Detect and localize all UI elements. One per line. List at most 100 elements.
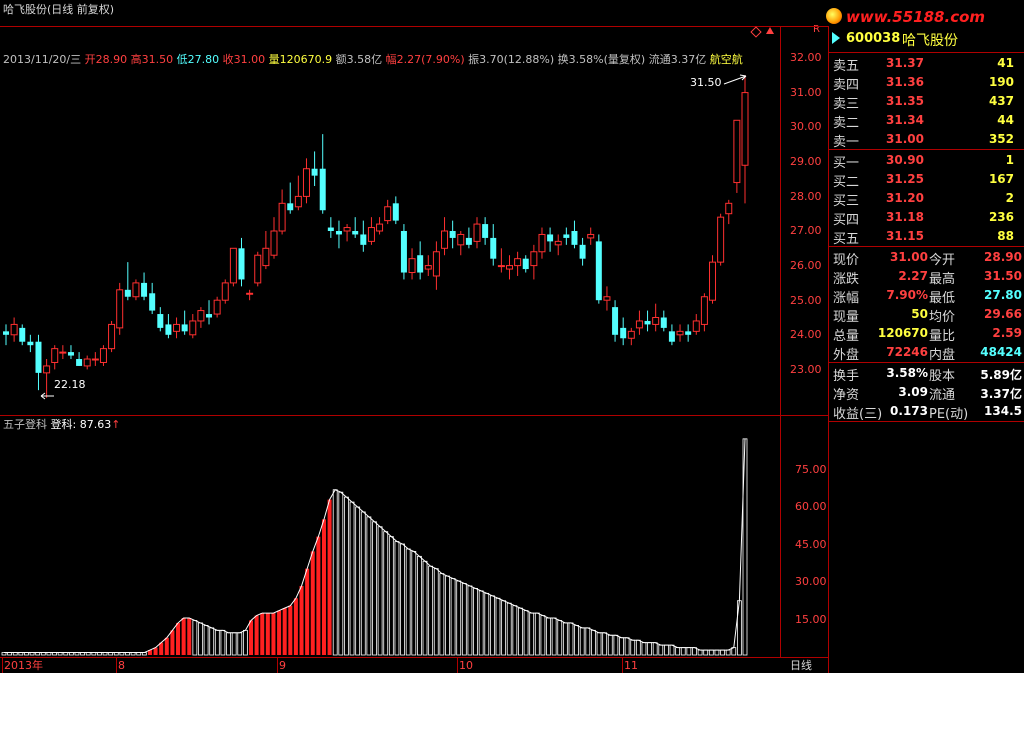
indicator-bar (237, 632, 243, 656)
indicator-bar (338, 491, 344, 656)
candle-body (635, 320, 643, 329)
candle-body (376, 223, 384, 232)
candle-body (132, 282, 140, 298)
time-axis: 2013年 8 9 10 11 (0, 658, 780, 673)
stat-value: 72246 (886, 345, 928, 359)
indicator-bar (585, 627, 591, 656)
candle-body (311, 168, 318, 176)
indicator-bar (506, 602, 512, 656)
indicator-bar (366, 516, 372, 656)
candle-body (287, 203, 294, 211)
indicator-bar (181, 618, 186, 655)
candle-body (668, 331, 675, 342)
indicator-bar (271, 613, 276, 655)
fund-value: 0.173 (890, 404, 928, 418)
indicator-bar (484, 592, 490, 656)
indicator-bar (607, 634, 613, 656)
fund-value: 3.37亿 (980, 387, 1022, 401)
stat-row: 现价 31.00 今开 28.90 (832, 247, 1024, 268)
indicator-bar (562, 622, 568, 656)
indicator-bar (187, 618, 192, 655)
buy-row: 买四 31.18 236 (832, 207, 1022, 228)
candle-body (43, 365, 51, 374)
chart-title: 哈飞股份(日线 前复权) (3, 3, 115, 16)
candle-body (725, 202, 733, 215)
stat-value: 48424 (980, 345, 1022, 359)
indicator-bar (355, 506, 361, 656)
candle-body (262, 247, 270, 267)
candle-body (270, 230, 278, 256)
indicator-bar (405, 548, 411, 656)
indicator-bar (377, 526, 383, 656)
candle-body (522, 258, 529, 270)
time-tick (622, 658, 623, 673)
price-tick: 32.00 (790, 51, 822, 64)
sell-row: 卖五 31.37 41 (832, 53, 1022, 74)
price-tick: 27.00 (790, 224, 822, 237)
candle-body (302, 168, 310, 197)
indicator-bar (321, 519, 326, 655)
indicator-bar (445, 575, 450, 656)
candle-body (692, 320, 700, 332)
indicator-bar (394, 541, 400, 656)
time-label-oct: 10 (459, 659, 473, 672)
candle-body (238, 248, 245, 280)
candle-body (352, 231, 359, 235)
indicator-bar (360, 511, 366, 656)
candle-body (278, 202, 286, 232)
indicator-bar (249, 620, 253, 655)
candle-body (685, 331, 692, 335)
candle-body (149, 293, 156, 311)
buy-vol: 167 (988, 172, 1014, 186)
candle-body (717, 216, 725, 263)
fund-row: 换手 3.58% 股本 5.89亿 (832, 363, 1024, 384)
candle-body (181, 324, 188, 332)
sell-row: 卖四 31.36 190 (832, 72, 1022, 93)
price-tick: 30.00 (790, 120, 822, 133)
candle-body (327, 227, 334, 231)
candle-body (612, 307, 619, 335)
buy-row: 买三 31.20 2 (832, 188, 1022, 209)
play-icon[interactable] (832, 32, 840, 44)
buy-price: 31.20 (886, 191, 924, 205)
indicator-bar (417, 555, 422, 656)
price-tick: 25.00 (790, 294, 822, 307)
indicator-bar (388, 536, 394, 656)
indicator-bar (523, 610, 529, 656)
candle-body (10, 323, 18, 336)
indicator-bar (495, 597, 501, 656)
candle-body (530, 251, 538, 267)
stock-chart-window: 哈飞股份(日线 前复权) www.55188.com R 2013/11/20/… (0, 0, 1024, 673)
indicator-bar (720, 649, 725, 656)
fund-row: 净资 3.09 流通 3.37亿 (832, 382, 1024, 403)
period-button[interactable]: 日线 (790, 659, 812, 672)
candle-body (457, 233, 465, 246)
candle-body (514, 258, 522, 267)
candle-body (294, 195, 302, 208)
candle-body (733, 119, 741, 184)
indicator-bar (265, 613, 270, 655)
sell-vol: 352 (988, 132, 1014, 146)
indicator-bar (349, 501, 355, 656)
candle-body (197, 310, 205, 322)
stat-value: 2.59 (992, 326, 1022, 340)
stat-value: 28.90 (984, 250, 1022, 264)
time-tick (116, 658, 117, 673)
indicator-bar (203, 624, 209, 656)
indicator-bar (703, 649, 709, 656)
indicator-bar (725, 649, 731, 656)
candle-body (27, 341, 34, 346)
indicator-bar (467, 585, 473, 656)
stat-value: 31.50 (984, 269, 1022, 283)
candle-body (206, 314, 213, 318)
stat-row: 外盘 72246 内盘 48424 (832, 342, 1024, 363)
low-arrow-icon (40, 392, 54, 400)
time-label-nov: 11 (624, 659, 638, 672)
indicator-bar (551, 617, 557, 656)
candle-body (246, 292, 254, 295)
candle-body (254, 254, 262, 284)
indicator-bar (282, 608, 287, 655)
candle-body (627, 330, 635, 339)
time-tick (277, 658, 278, 673)
indicator-bar (512, 605, 518, 656)
